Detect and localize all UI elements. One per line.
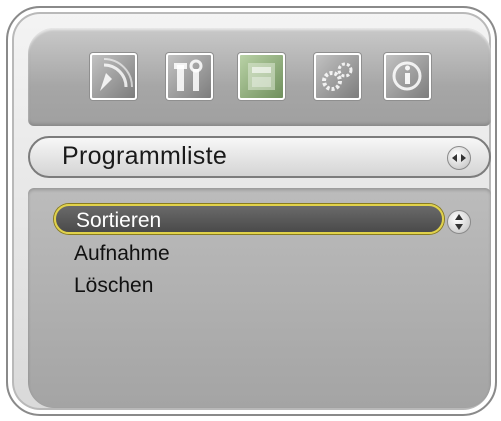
menu-item-sortieren[interactable]: Sortieren xyxy=(54,204,444,234)
left-right-arrows-icon[interactable] xyxy=(447,146,471,170)
channel-list-icon[interactable] xyxy=(238,53,285,100)
up-down-arrows-icon[interactable] xyxy=(447,210,471,234)
menu-item-label: Löschen xyxy=(74,274,154,297)
menu-list: Sortieren Aufnahme Löschen xyxy=(28,188,491,408)
menu-item-label: Aufnahme xyxy=(74,242,170,265)
menu-item-aufnahme[interactable]: Aufnahme xyxy=(74,239,170,269)
main-menu-icon-bar xyxy=(28,28,491,126)
satellite-icon[interactable] xyxy=(90,53,137,100)
menu-item-loeschen[interactable]: Löschen xyxy=(74,271,153,301)
settings-gears-icon[interactable] xyxy=(314,53,361,100)
title-bar: Programmliste xyxy=(28,136,491,178)
page-title: Programmliste xyxy=(62,142,228,170)
tools-icon[interactable] xyxy=(166,53,213,100)
menu-item-label: Sortieren xyxy=(76,209,162,232)
info-icon[interactable] xyxy=(384,53,431,100)
menu-window: Programmliste Sortieren Aufnahme Löschen xyxy=(6,6,497,416)
